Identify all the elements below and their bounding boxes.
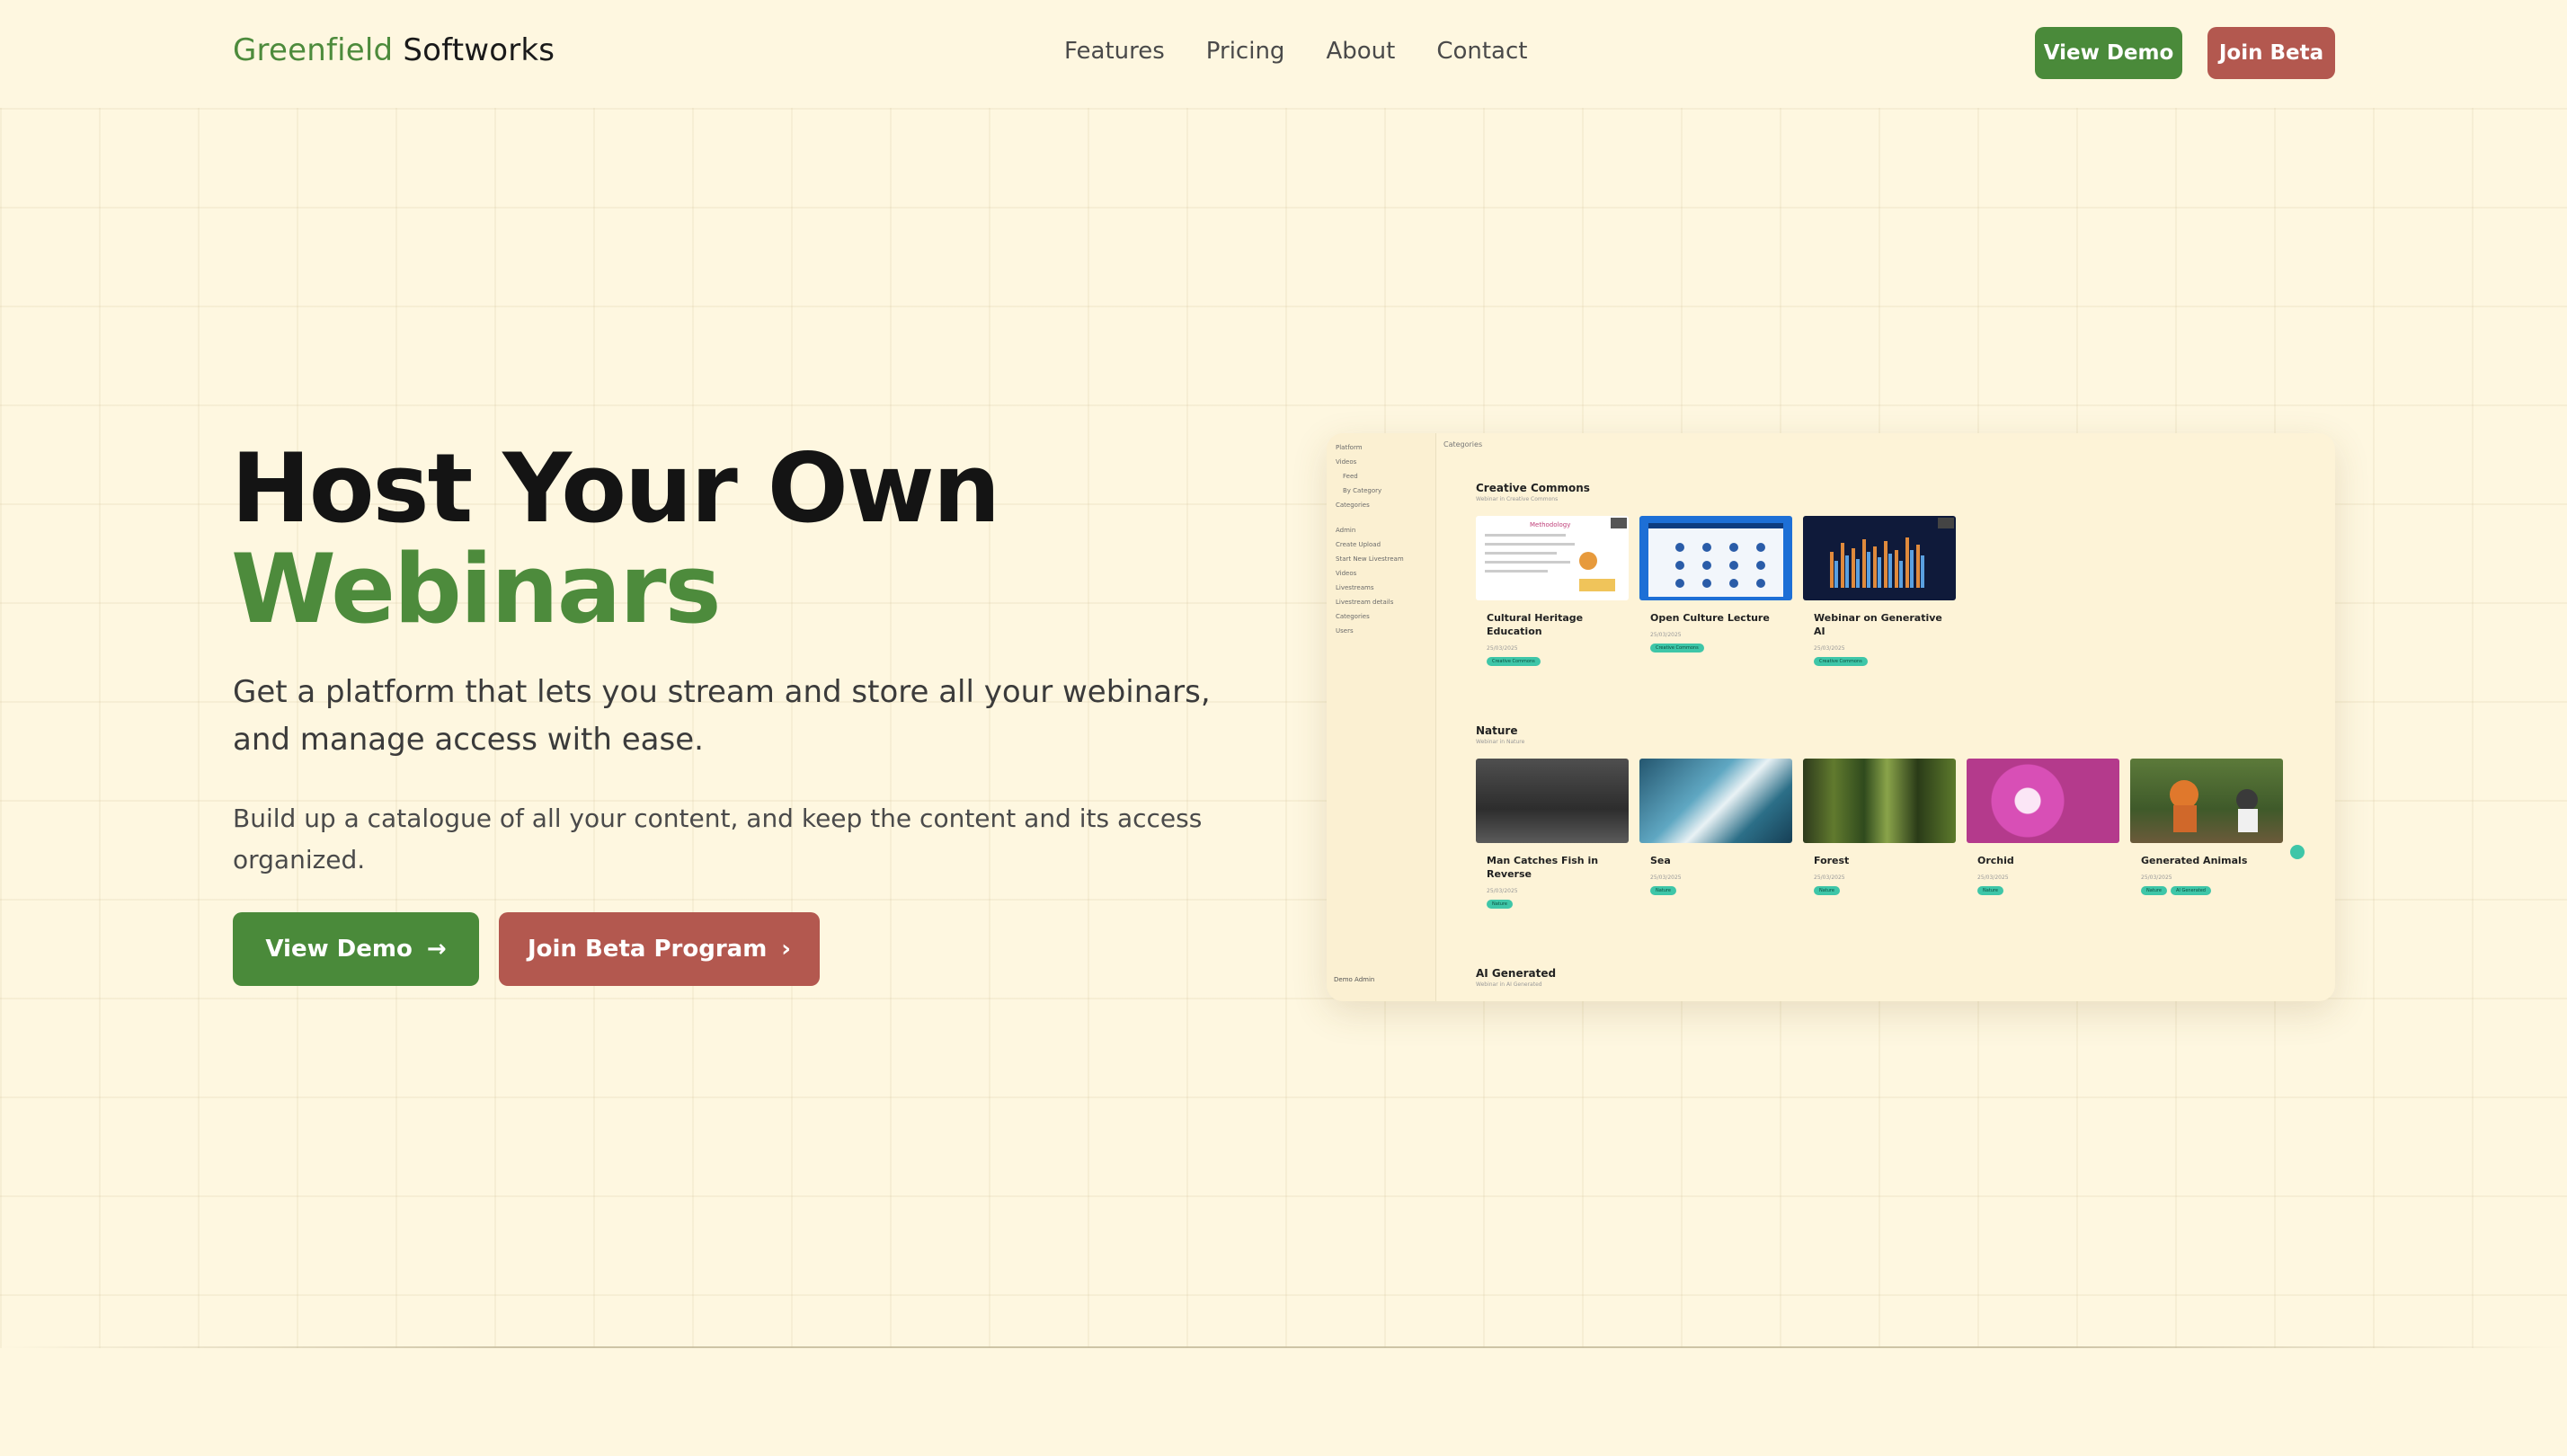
divider	[0, 1346, 2567, 1348]
preview-card-tag: Nature	[1487, 900, 1513, 909]
preview-sidebar: Platform Videos Feed By Category Categor…	[1327, 433, 1436, 1001]
view-demo-label: View Demo	[265, 936, 413, 963]
preview-thumbnail	[1803, 516, 1956, 600]
preview-video-card: Generated Animals 25/03/2025 Nature AI G…	[2130, 759, 2283, 895]
preview-sidebar-item: Create Upload	[1336, 541, 1381, 548]
hero-title: Host Your Own Webinars	[231, 433, 1000, 644]
preview-thumbnail	[1476, 759, 1629, 843]
preview-video-card: Sea 25/03/2025 Nature	[1639, 759, 1792, 895]
preview-card-date: 25/03/2025	[1977, 874, 2009, 881]
preview-card-tag: Creative Commons	[1650, 644, 1704, 653]
preview-sidebar-item: Start New Livestream	[1336, 555, 1404, 563]
preview-card-date: 25/03/2025	[1814, 874, 1845, 881]
preview-thumbnail	[1639, 516, 1792, 600]
preview-topbar-title: Categories	[1443, 440, 1483, 448]
preview-sidebar-item: Videos	[1336, 458, 1357, 466]
preview-video-card: Webinar on Generative AI 25/03/2025 Crea…	[1803, 516, 1956, 666]
preview-sidebar-item: Admin	[1336, 527, 1356, 534]
preview-card-tag: Creative Commons	[1487, 657, 1541, 666]
preview-sidebar-item: Users	[1336, 627, 1354, 635]
preview-section-subtitle: Webinar in Nature	[1476, 739, 1525, 745]
preview-card-title: Generated Animals	[2141, 855, 2248, 866]
preview-card-title: Forest	[1814, 855, 1850, 866]
preview-sidebar-item: Platform	[1336, 444, 1363, 451]
preview-thumbnail	[1639, 759, 1792, 843]
preview-thumbnail	[1967, 759, 2119, 843]
preview-section-subtitle: Webinar in AI Generated	[1476, 981, 1542, 988]
preview-video-card: Man Catches Fish in Reverse 25/03/2025 N…	[1476, 759, 1629, 909]
preview-card-tag: Nature	[1650, 886, 1676, 895]
preview-section-title: Nature	[1476, 724, 1518, 737]
view-demo-button[interactable]: View Demo →	[233, 912, 479, 986]
hero-subtext: Build up a catalogue of all your content…	[233, 803, 1203, 874]
brand-logo[interactable]: Greenfield Softworks	[233, 32, 555, 68]
svg-text:Methodology: Methodology	[1530, 521, 1570, 528]
preview-card-title: Cultural Heritage Education	[1487, 612, 1584, 637]
hero-title-line1: Host Your Own	[231, 433, 1000, 544]
preview-section-title: Creative Commons	[1476, 482, 1590, 494]
preview-sidebar-item: By Category	[1343, 487, 1382, 494]
nav-link-about[interactable]: About	[1326, 38, 1395, 65]
preview-card-title: Open Culture Lecture	[1650, 612, 1770, 624]
preview-sidebar-item: Feed	[1343, 473, 1358, 480]
join-beta-program-button[interactable]: Join Beta Program ›	[499, 912, 820, 986]
preview-card-date: 25/03/2025	[1650, 632, 1682, 638]
preview-section-title: AI Generated	[1476, 967, 1557, 980]
preview-card-tag: Creative Commons	[1814, 657, 1868, 666]
preview-thumbnail: Methodology	[1476, 516, 1629, 600]
preview-user: Demo Admin	[1334, 976, 1375, 983]
preview-card-tag: AI Generated	[2170, 886, 2211, 895]
preview-sidebar-item: Videos	[1336, 570, 1357, 577]
preview-card-title: Orchid	[1977, 855, 2014, 866]
app-preview-screenshot: Platform Videos Feed By Category Categor…	[1327, 433, 2335, 1001]
preview-video-card: Open Culture Lecture 25/03/2025 Creative…	[1639, 516, 1792, 653]
arrow-right-icon: →	[426, 936, 447, 963]
preview-sidebar-item: Livestream details	[1336, 599, 1394, 606]
preview-card-date: 25/03/2025	[1487, 645, 1518, 652]
hero-title-line2: Webinars	[231, 534, 722, 644]
carousel-next-icon	[2290, 845, 2305, 859]
preview-sidebar-item: Categories	[1336, 613, 1370, 620]
preview-thumbnail	[2130, 759, 2283, 843]
preview-card-tag: Nature	[1814, 886, 1840, 895]
header-join-beta-button[interactable]: Join Beta	[2207, 27, 2335, 79]
join-beta-label: Join Beta Program	[527, 936, 768, 963]
preview-card-title: Webinar on Generative AI	[1814, 612, 1942, 637]
preview-video-card: Orchid 25/03/2025 Nature	[1967, 759, 2119, 895]
preview-card-tag: Nature	[2141, 886, 2167, 895]
preview-card-title: Man Catches Fish in Reverse	[1487, 855, 1599, 880]
chevron-right-icon: ›	[781, 936, 791, 963]
preview-card-title: Sea	[1650, 855, 1671, 866]
nav-link-features[interactable]: Features	[1064, 38, 1165, 65]
preview-video-card: Methodology Cultural Heritage Education …	[1476, 516, 1629, 666]
nav-link-contact[interactable]: Contact	[1436, 38, 1527, 65]
top-nav: Greenfield Softworks Features Pricing Ab…	[0, 0, 2567, 108]
preview-card-tag: Nature	[1977, 886, 2003, 895]
header-view-demo-button[interactable]: View Demo	[2035, 27, 2182, 79]
brand-name-second: Softworks	[403, 32, 555, 68]
brand-name-first: Greenfield	[233, 32, 394, 68]
preview-sidebar-item: Categories	[1336, 502, 1370, 509]
preview-thumbnail	[1803, 759, 1956, 843]
preview-card-date: 25/03/2025	[1650, 874, 1682, 881]
preview-card-date: 25/03/2025	[1814, 645, 1845, 652]
preview-card-date: 25/03/2025	[1487, 888, 1518, 894]
hero-lead: Get a platform that lets you stream and …	[233, 674, 1211, 758]
preview-card-date: 25/03/2025	[2141, 874, 2172, 881]
preview-video-card: Forest 25/03/2025 Nature	[1803, 759, 1956, 895]
nav-link-pricing[interactable]: Pricing	[1206, 38, 1285, 65]
preview-sidebar-item: Livestreams	[1336, 584, 1374, 591]
nav-links: Features Pricing About Contact	[1064, 38, 1527, 65]
preview-section-subtitle: Webinar in Creative Commons	[1476, 496, 1559, 502]
